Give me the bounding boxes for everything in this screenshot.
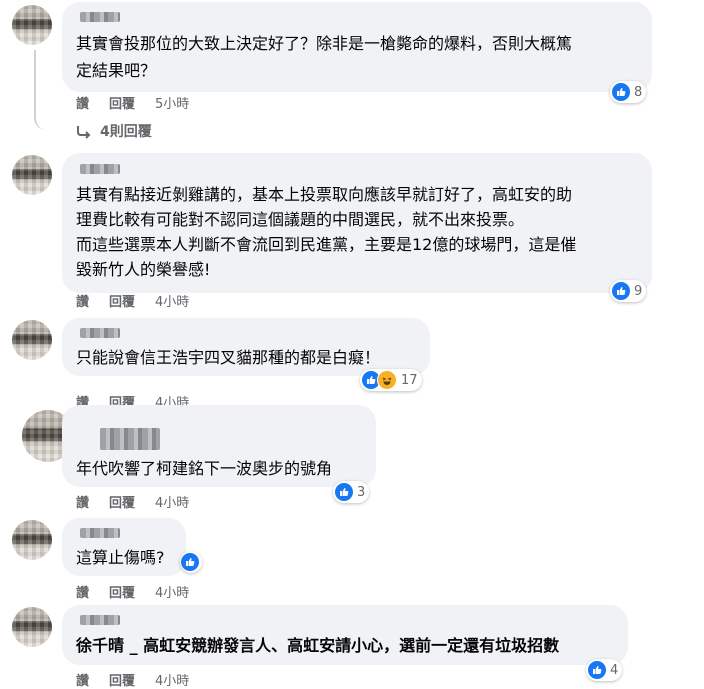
avatar[interactable] (12, 520, 52, 560)
comment-actions: 讚 回覆 4小時 (76, 492, 209, 511)
reaction-count: 4 (610, 662, 619, 678)
view-replies-link[interactable]: 4則回覆 (100, 121, 152, 141)
comment-actions: 讚 回覆 5小時 (76, 93, 209, 112)
avatar[interactable] (12, 155, 52, 195)
commenter-name[interactable] (80, 615, 120, 625)
reaction-count: 9 (634, 283, 643, 299)
avatar[interactable] (12, 5, 52, 45)
reply-action[interactable]: 回覆 (109, 496, 135, 511)
avatar[interactable] (12, 320, 52, 360)
comment-text-line: 其實會投那位的大致上決定好了？除非是一槍斃命的爆料，否則大概篤 (76, 34, 573, 53)
reaction-badge[interactable]: 9 (610, 280, 647, 302)
like-icon (612, 282, 630, 300)
like-icon (612, 83, 630, 101)
comment-actions: 讚 回覆 4小時 (76, 582, 209, 601)
reaction-badge[interactable]: 4 (586, 659, 623, 681)
reply-action[interactable]: 回覆 (109, 97, 135, 112)
like-action[interactable]: 讚 (76, 97, 89, 112)
like-icon (335, 483, 353, 501)
reaction-count: 8 (634, 84, 643, 100)
reaction-badge[interactable]: 17 (360, 369, 422, 391)
reply-arrow-icon (76, 124, 92, 143)
comment-text-line: 而這些選票本人判斷不會流回到民進黨，主要是12億的球場門，這是催 (76, 235, 577, 254)
comment-text-line: 這算止傷嗎? (76, 548, 165, 567)
commenter-name[interactable] (80, 328, 120, 338)
commenter-name[interactable] (80, 528, 120, 538)
thread-connector (34, 50, 66, 130)
reaction-count: 3 (357, 484, 366, 500)
comment-text-line: 只能說會信王浩宇四叉貓那種的都是白癡！ (76, 348, 381, 367)
like-action[interactable]: 讚 (76, 295, 89, 310)
comment-text-line: 理費比較有可能對不認同這個議題的中間選民，就不出來投票。 (76, 210, 525, 229)
reply-action[interactable]: 回覆 (109, 295, 135, 310)
timestamp[interactable]: 4小時 (155, 295, 189, 310)
timestamp[interactable]: 4小時 (155, 586, 189, 601)
commenter-name[interactable] (80, 164, 120, 174)
timestamp[interactable]: 4小時 (155, 496, 189, 511)
commenter-name[interactable] (100, 428, 160, 450)
comment-text-line: 毀新竹人的榮譽感! (76, 260, 211, 279)
comment-text-line: 其實有點接近剝雞講的，基本上投票取向應該早就訂好了，高虹安的助 (76, 185, 573, 204)
reaction-count: 17 (401, 372, 418, 388)
reply-action[interactable]: 回覆 (109, 586, 135, 601)
timestamp[interactable]: 4小時 (155, 674, 189, 689)
timestamp[interactable]: 5小時 (155, 97, 189, 112)
commenter-name[interactable] (80, 12, 120, 22)
avatar[interactable] (12, 607, 52, 647)
comment-text-line: 徐千晴 _ 高虹安競辦發言人、高虹安請小心，選前一定還有垃圾招數 (76, 636, 560, 655)
like-icon (181, 553, 199, 571)
like-icon (588, 661, 606, 679)
comment-text-line: 年代吹響了柯建銘下一波奧步的號角 (76, 459, 333, 478)
like-action[interactable]: 讚 (76, 586, 89, 601)
comment-text-line: 定結果吧？ (76, 61, 157, 80)
like-action[interactable]: 讚 (76, 674, 89, 689)
reaction-badge[interactable] (180, 551, 202, 573)
haha-icon (377, 370, 397, 390)
reaction-badge[interactable]: 3 (333, 481, 370, 503)
comment-actions: 讚 回覆 4小時 (76, 670, 209, 689)
reply-action[interactable]: 回覆 (109, 674, 135, 689)
like-action[interactable]: 讚 (76, 496, 89, 511)
reaction-badge[interactable]: 8 (610, 81, 647, 103)
comment-actions: 讚 回覆 4小時 (76, 291, 209, 310)
